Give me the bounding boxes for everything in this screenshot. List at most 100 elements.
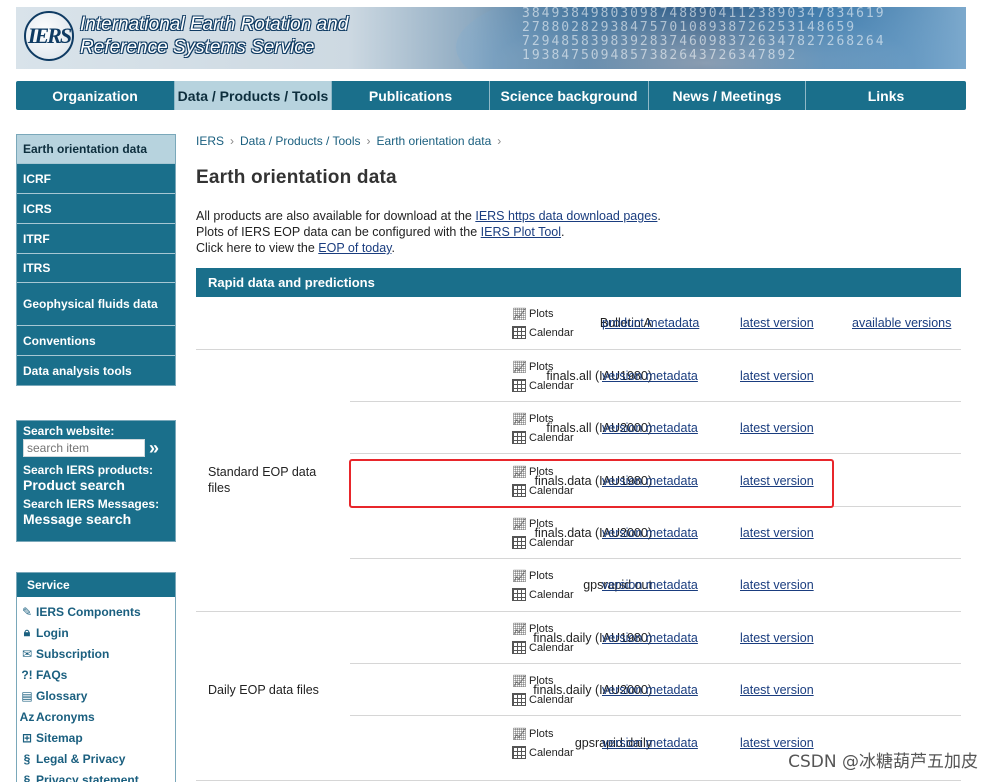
sidebar-item-itrf[interactable]: ITRF: [17, 224, 175, 254]
calendar-icon: [512, 431, 526, 444]
breadcrumb: IERS › Data / Products / Tools › Earth o…: [196, 134, 507, 148]
latest-version-link[interactable]: latest version: [740, 526, 814, 540]
plot-tool-link[interactable]: IERS Plot Tool: [481, 225, 561, 239]
plots-link[interactable]: 📈︎ Plots: [512, 357, 592, 376]
chart-icon: 📈︎: [512, 411, 528, 426]
breadcrumb-item-iers[interactable]: IERS: [196, 134, 224, 148]
metadata-link[interactable]: version metadata: [602, 421, 698, 435]
nav-tab-news-meetings[interactable]: News / Meetings: [649, 81, 806, 110]
banner-digits-line: 7294858398392837460983726347827268264: [522, 34, 886, 49]
plots-link[interactable]: 📈︎ Plots: [512, 304, 592, 323]
calendar-link[interactable]: Calendar: [512, 376, 592, 395]
search-go-icon[interactable]: »: [149, 439, 159, 457]
calendar-icon: [512, 326, 526, 339]
chart-icon: 📈︎: [512, 673, 528, 688]
service-title: Service: [17, 573, 175, 597]
table-row: Bulletin A 📈︎ Plots Calendar product meta…: [350, 297, 961, 349]
intro-text-1: All products are also available for down…: [196, 209, 476, 223]
search-products-label: Search IERS products:: [23, 463, 154, 477]
plots-link[interactable]: 📈︎ Plots: [512, 619, 592, 638]
paragraph-icon: §: [23, 751, 31, 766]
service-link-subscription[interactable]: ✉ Subscription: [17, 643, 175, 664]
calendar-label: Calendar: [529, 588, 574, 601]
plots-link[interactable]: 📈︎ Plots: [512, 671, 592, 690]
nav-tab-publications[interactable]: Publications: [332, 81, 490, 110]
plots-link[interactable]: 📈︎ Plots: [512, 514, 592, 533]
main-navigation: Organization Data / Products / Tools Pub…: [16, 81, 966, 110]
plots-label: Plots: [529, 360, 554, 373]
plots-calendar: 📈︎ Plots Calendar: [512, 619, 592, 657]
service-link-acronyms[interactable]: Az Acronyms: [17, 706, 175, 727]
intro-text-2: Plots of IERS EOP data can be configured…: [196, 225, 481, 239]
https-download-link[interactable]: IERS https data download pages: [475, 209, 657, 223]
sidebar-item-earth-orientation-data[interactable]: Earth orientation data: [17, 135, 175, 164]
site-title-line1: International Earth Rotation and: [80, 14, 349, 35]
banner-digits-line: 3849384980309874889041123890347834619: [522, 7, 886, 21]
calendar-link[interactable]: Calendar: [512, 585, 592, 604]
metadata-link[interactable]: version metadata: [602, 683, 698, 697]
calendar-label: Calendar: [529, 431, 574, 444]
plots-label: Plots: [529, 727, 554, 740]
plots-link[interactable]: 📈︎ Plots: [512, 724, 592, 743]
metadata-link[interactable]: version metadata: [602, 369, 698, 383]
metadata-link[interactable]: version metadata: [602, 526, 698, 540]
message-search-link[interactable]: Message search: [23, 511, 169, 527]
sidebar-item-conventions[interactable]: Conventions: [17, 326, 175, 356]
iers-logo[interactable]: IERS: [24, 11, 74, 61]
calendar-link[interactable]: Calendar: [512, 323, 592, 342]
section-header: Rapid data and predictions: [196, 268, 961, 297]
chart-icon: 📈︎: [512, 568, 528, 583]
intro-text: All products are also available for down…: [196, 208, 661, 256]
sidebar-item-data-analysis-tools[interactable]: Data analysis tools: [17, 356, 175, 385]
site-title: International Earth Rotation and Referen…: [80, 13, 348, 59]
search-input[interactable]: [23, 439, 145, 457]
calendar-label: Calendar: [529, 326, 574, 339]
plots-link[interactable]: 📈︎ Plots: [512, 409, 592, 428]
calendar-link[interactable]: Calendar: [512, 428, 592, 447]
service-link-legal-privacy[interactable]: § Legal & Privacy: [17, 748, 175, 769]
chevron-right-icon: ›: [366, 134, 371, 148]
nav-tab-science-background[interactable]: Science background: [490, 81, 649, 110]
table-row: finals.daily (IAU2000) 📈︎ Plots Calendar …: [350, 664, 961, 716]
eop-today-link[interactable]: EOP of today: [318, 241, 391, 255]
breadcrumb-item-earth-orientation-data[interactable]: Earth orientation data: [377, 134, 492, 148]
service-link-faqs[interactable]: ?! FAQs: [17, 664, 175, 685]
sidebar-item-icrs[interactable]: ICRS: [17, 194, 175, 224]
service-link-iers-components[interactable]: ✎ IERS Components: [17, 601, 175, 622]
nav-tab-organization[interactable]: Organization: [16, 81, 175, 110]
metadata-link[interactable]: version metadata: [602, 631, 698, 645]
calendar-link[interactable]: Calendar: [512, 533, 592, 552]
plots-link[interactable]: 📈︎ Plots: [512, 566, 592, 585]
latest-version-link[interactable]: latest version: [740, 683, 814, 697]
nav-tab-links[interactable]: Links: [806, 81, 966, 110]
calendar-icon: [512, 746, 526, 759]
intro-punct: .: [657, 209, 661, 223]
latest-version-link[interactable]: latest version: [740, 631, 814, 645]
available-versions-link[interactable]: available versions: [852, 316, 951, 330]
metadata-link[interactable]: version metadata: [602, 578, 698, 592]
question-icon: ?!: [21, 667, 33, 682]
nav-tab-data-products-tools[interactable]: Data / Products / Tools: [175, 81, 332, 110]
calendar-link[interactable]: Calendar: [512, 743, 592, 762]
calendar-link[interactable]: Calendar: [512, 638, 592, 657]
service-link-login[interactable]: 🔒︎ Login: [17, 622, 175, 643]
group-label-standard: Standard EOP data files: [208, 465, 317, 495]
chart-icon: 📈︎: [512, 306, 528, 321]
latest-version-link[interactable]: latest version: [740, 369, 814, 383]
sidebar-item-geophysical-fluids-data[interactable]: Geophysical fluids data: [17, 283, 175, 326]
service-link-sitemap[interactable]: ⊞ Sitemap: [17, 727, 175, 748]
latest-version-link[interactable]: latest version: [740, 316, 814, 330]
latest-version-link[interactable]: latest version: [740, 421, 814, 435]
service-link-glossary[interactable]: ▤ Glossary: [17, 685, 175, 706]
calendar-link[interactable]: Calendar: [512, 690, 592, 709]
calendar-label: Calendar: [529, 536, 574, 549]
product-search-link[interactable]: Product search: [23, 477, 169, 493]
metadata-link[interactable]: product metadata: [602, 316, 699, 330]
sidebar-item-icrf[interactable]: ICRF: [17, 164, 175, 194]
table-row: gpsrapid.out 📈︎ Plots Calendar version me…: [350, 559, 961, 611]
breadcrumb-item-data-products-tools[interactable]: Data / Products / Tools: [240, 134, 361, 148]
latest-version-link[interactable]: latest version: [740, 578, 814, 592]
sidebar-item-itrs[interactable]: ITRS: [17, 254, 175, 283]
metadata-link[interactable]: version metadata: [602, 736, 698, 750]
service-link-privacy-statement[interactable]: § Privacy statement: [17, 769, 175, 782]
